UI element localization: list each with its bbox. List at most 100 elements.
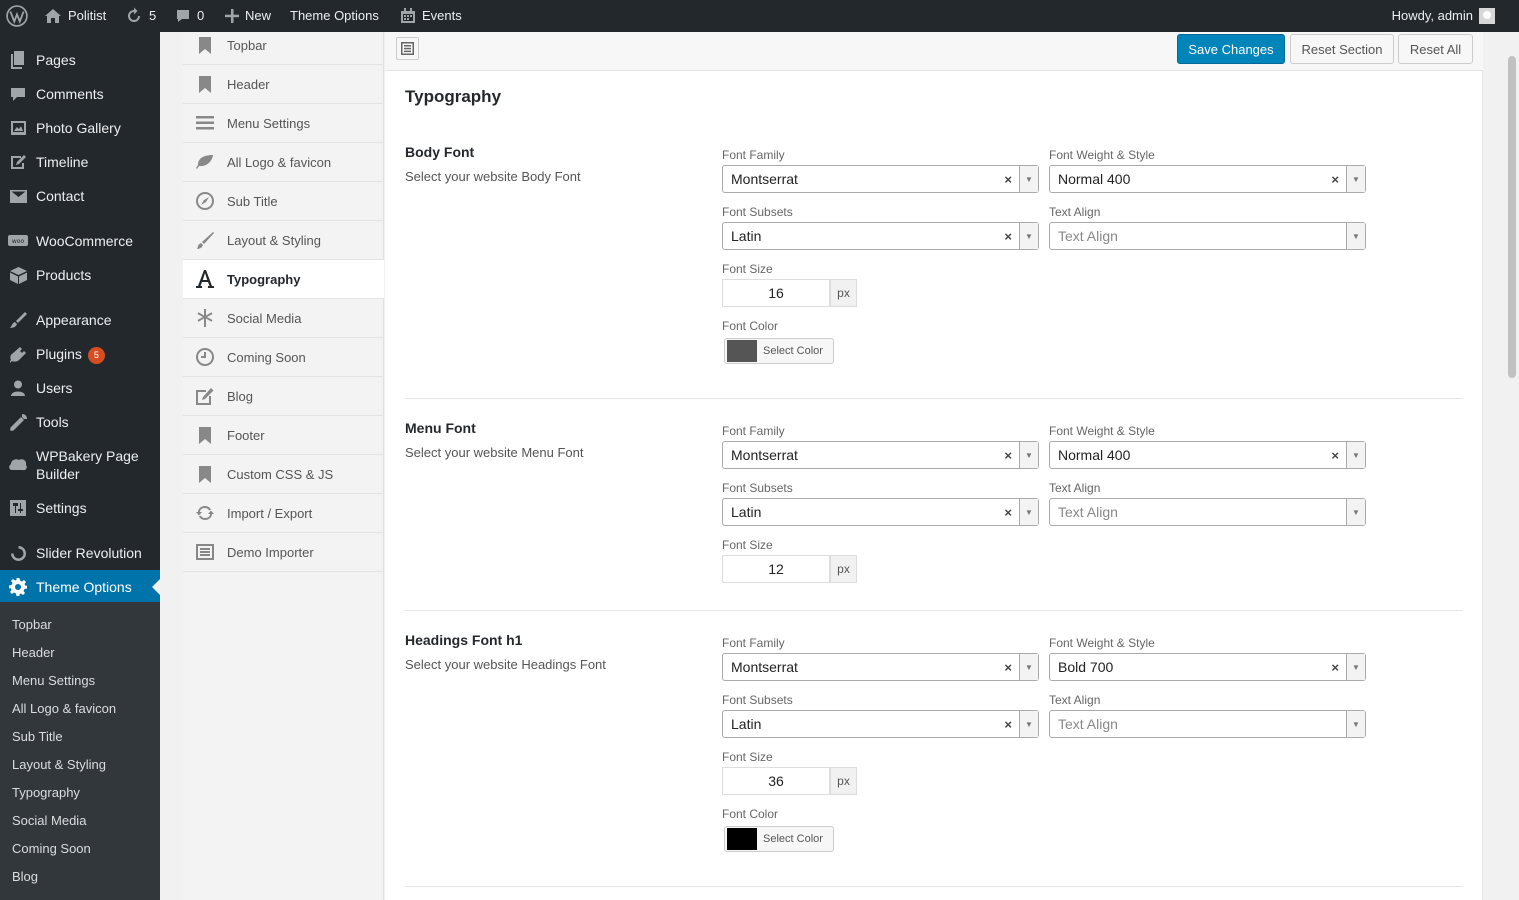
chevron-down-icon[interactable]: ▼ [1019, 166, 1038, 192]
menu-font-family-select[interactable]: Montserrat × ▼ [722, 441, 1039, 469]
menu-font-weight-select[interactable]: Normal 400 × ▼ [1049, 441, 1366, 469]
menu-item-users[interactable]: Users [0, 379, 160, 397]
chevron-down-icon[interactable]: ▼ [1019, 654, 1038, 680]
page-scrollbar[interactable] [1505, 32, 1519, 900]
menu-item-timeline[interactable]: Timeline [0, 153, 160, 171]
options-tab-topbar[interactable]: Topbar [183, 26, 384, 65]
wordpress-logo-icon[interactable] [6, 0, 28, 32]
wpbakery-icon [0, 458, 36, 472]
menu-item-settings[interactable]: Settings [0, 499, 160, 517]
clear-icon[interactable]: × [1004, 229, 1012, 244]
menu-item-comments[interactable]: Comments [0, 85, 160, 103]
chevron-down-icon[interactable]: ▼ [1346, 223, 1365, 249]
menu-font-subsets-select[interactable]: Latin × ▼ [722, 498, 1039, 526]
options-tab-layout-styling[interactable]: Layout & Styling [183, 221, 384, 260]
menu-item-plugins[interactable]: Plugins 5 [0, 345, 160, 364]
chevron-down-icon[interactable]: ▼ [1019, 711, 1038, 737]
menu-item-pages[interactable]: Pages [0, 51, 160, 69]
events-link[interactable]: Events [400, 0, 462, 32]
headings-font-weight-select[interactable]: Bold 700 × ▼ [1049, 653, 1366, 681]
chevron-down-icon[interactable]: ▼ [1346, 711, 1365, 737]
submenu-item-menu-settings[interactable]: Menu Settings [12, 673, 95, 688]
options-tab-social-media[interactable]: Social Media [183, 299, 384, 338]
headings-font-color-picker[interactable]: Select Color [724, 826, 834, 852]
clear-icon[interactable]: × [1004, 717, 1012, 732]
chevron-down-icon[interactable]: ▼ [1346, 499, 1365, 525]
clear-icon[interactable]: × [1004, 448, 1012, 463]
menu-font-size-input[interactable]: 12 [722, 555, 830, 583]
bookmark-icon [183, 465, 227, 483]
menu-item-wpbakery[interactable]: WPBakery Page Builder [0, 447, 160, 483]
save-changes-button[interactable]: Save Changes [1177, 34, 1285, 64]
clear-icon[interactable]: × [1004, 660, 1012, 675]
body-text-align-select[interactable]: Text Align ▼ [1049, 222, 1366, 250]
options-tab-typography[interactable]: Typography [183, 260, 384, 299]
clear-icon[interactable]: × [1331, 448, 1339, 463]
menu-item-woocommerce[interactable]: woo WooCommerce [0, 232, 160, 250]
plus-icon [225, 9, 239, 23]
options-tab-import-export[interactable]: Import / Export [183, 494, 384, 533]
submenu-item-social-media[interactable]: Social Media [12, 813, 86, 828]
scrollbar-thumb[interactable] [1508, 56, 1516, 378]
headings-font-family-select[interactable]: Montserrat × ▼ [722, 653, 1039, 681]
submenu-item-logo-favicon[interactable]: All Logo & favicon [12, 701, 116, 716]
submenu-item-layout-styling[interactable]: Layout & Styling [12, 757, 106, 772]
body-font-size-input[interactable]: 16 [722, 279, 830, 307]
options-tab-coming-soon[interactable]: Coming Soon [183, 338, 384, 377]
selected-value: Montserrat [731, 659, 798, 675]
options-tab-demo-importer[interactable]: Demo Importer [183, 533, 384, 572]
chevron-down-icon[interactable]: ▼ [1346, 654, 1365, 680]
headings-font-description: Select your website Headings Font [405, 657, 606, 672]
submenu-item-sub-title[interactable]: Sub Title [12, 729, 63, 744]
account-menu[interactable]: Howdy, admin [1392, 0, 1495, 32]
menu-item-theme-options[interactable]: Theme Options [0, 570, 161, 604]
importer-icon [183, 544, 227, 560]
menu-text-align-select[interactable]: Text Align ▼ [1049, 498, 1366, 526]
body-font-color-picker[interactable]: Select Color [724, 338, 834, 364]
options-tab-blog[interactable]: Blog [183, 377, 384, 416]
submenu-item-topbar[interactable]: Topbar [12, 617, 52, 632]
menu-item-appearance[interactable]: Appearance [0, 311, 160, 329]
clear-icon[interactable]: × [1331, 660, 1339, 675]
menu-item-contact[interactable]: Contact [0, 187, 160, 205]
gallery-icon [0, 120, 36, 136]
options-tab-sub-title[interactable]: Sub Title [183, 182, 384, 221]
selected-value: Latin [731, 504, 762, 520]
body-font-weight-select[interactable]: Normal 400 × ▼ [1049, 165, 1366, 193]
submenu-item-coming-soon[interactable]: Coming Soon [12, 841, 91, 856]
settings-icon [0, 500, 36, 516]
text-align-label: Text Align [1049, 205, 1101, 219]
body-font-subsets-select[interactable]: Latin × ▼ [722, 222, 1039, 250]
submenu-item-blog[interactable]: Blog [12, 869, 38, 884]
clear-icon[interactable]: × [1331, 172, 1339, 187]
chevron-down-icon[interactable]: ▼ [1019, 223, 1038, 249]
avatar [1479, 8, 1495, 24]
clear-icon[interactable]: × [1004, 172, 1012, 187]
updates-link[interactable]: 5 [125, 0, 156, 32]
chevron-down-icon[interactable]: ▼ [1019, 499, 1038, 525]
options-tab-menu-settings[interactable]: Menu Settings [183, 104, 384, 143]
expand-options-button[interactable] [396, 37, 419, 60]
chevron-down-icon[interactable]: ▼ [1346, 442, 1365, 468]
submenu-item-header[interactable]: Header [12, 645, 55, 660]
menu-item-tools[interactable]: Tools [0, 413, 160, 431]
menu-item-slider-revolution[interactable]: Slider Revolution [0, 544, 160, 562]
menu-item-photo-gallery[interactable]: Photo Gallery [0, 119, 160, 137]
chevron-down-icon[interactable]: ▼ [1019, 442, 1038, 468]
reset-all-button[interactable]: Reset All [1398, 34, 1473, 64]
options-tab-footer[interactable]: Footer [183, 416, 384, 455]
site-name-link[interactable]: Politist [44, 0, 106, 32]
slider-icon [0, 545, 36, 562]
headings-text-align-select[interactable]: Text Align ▼ [1049, 710, 1366, 738]
reset-section-button[interactable]: Reset Section [1290, 34, 1394, 64]
headings-font-size-input[interactable]: 36 [722, 767, 830, 795]
options-tab-custom-css-js[interactable]: Custom CSS & JS [183, 455, 384, 494]
menu-item-products[interactable]: Products [0, 266, 160, 284]
options-tab-header[interactable]: Header [183, 65, 384, 104]
body-font-family-select[interactable]: Montserrat × ▼ [722, 165, 1039, 193]
submenu-item-typography[interactable]: Typography [12, 785, 80, 800]
clear-icon[interactable]: × [1004, 505, 1012, 520]
headings-font-subsets-select[interactable]: Latin × ▼ [722, 710, 1039, 738]
chevron-down-icon[interactable]: ▼ [1346, 166, 1365, 192]
options-tab-logo-favicon[interactable]: All Logo & favicon [183, 143, 384, 182]
